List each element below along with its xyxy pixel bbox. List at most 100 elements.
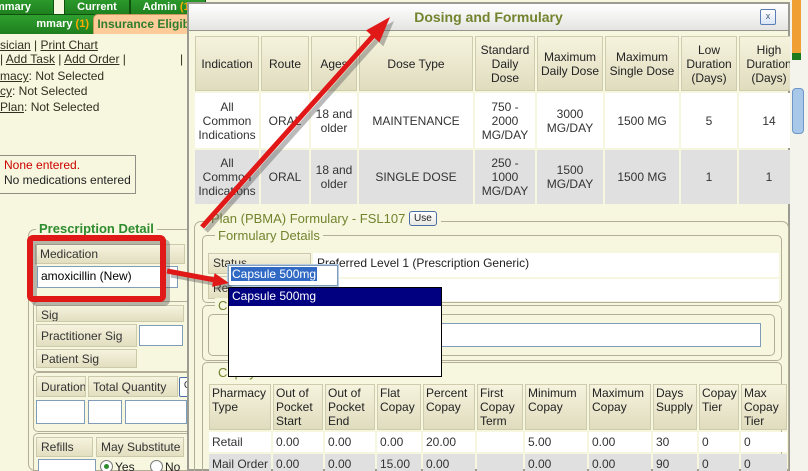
cell: 0.00 (423, 454, 475, 471)
cell: 30 (653, 432, 697, 452)
cell: 250 - 1000 MG/DAY (475, 150, 535, 204)
cell: Retail (209, 432, 271, 452)
dosing-formulary-dialog: Dosing and Formulary x Indication Route … (187, 2, 790, 471)
cell: 15.00 (377, 454, 421, 471)
copay-table: Pharmacy Type Out of Pocket Start Out of… (207, 382, 789, 471)
add-order-link[interactable]: Add Order (64, 52, 119, 66)
cell: 20.00 (423, 432, 475, 452)
refills-input[interactable] (38, 459, 96, 471)
cell: 0.00 (273, 432, 323, 452)
screen: mmary Current Admin (1) mmary (1) Insura… (0, 0, 808, 471)
use-button[interactable]: Use (409, 211, 437, 226)
formulary-form-dropdown-list: Capsule 500mg (228, 287, 442, 377)
right-edge-strip (790, 0, 808, 471)
tab-admin-label: Admin (143, 1, 180, 13)
cell: SINGLE DOSE (359, 150, 473, 204)
col-first-copay-term: First Copay Term (477, 384, 523, 430)
col-ages: Ages (311, 36, 357, 91)
cell: MAINTENANCE (359, 93, 473, 148)
tab-summary-sub-label: mmary (36, 18, 75, 30)
may-substitute-no[interactable]: No (150, 458, 180, 471)
quantity-unit-input[interactable] (125, 400, 187, 424)
cell: 0.00 (325, 454, 375, 471)
cell: All Common Indications (195, 150, 259, 204)
practitioner-sig-label: Practitioner Sig (36, 324, 137, 347)
cell: 1500 MG (605, 150, 679, 204)
cell: 0.00 (377, 432, 421, 452)
dosing-row-maintenance[interactable]: All Common Indications ORAL 18 and older… (195, 93, 799, 148)
cell: 750 - 2000 MG/DAY (475, 93, 535, 148)
col-copay-tier: Copay Tier (699, 384, 739, 430)
medication-input[interactable]: amoxicillin (New) (37, 266, 178, 288)
policy-link[interactable]: cy (0, 84, 12, 98)
plan-value: : Not Selected (24, 100, 99, 114)
no-medications-text: No medications entered (0, 172, 135, 187)
no-radio[interactable] (150, 460, 163, 471)
dropdown-list-item[interactable]: Capsule 500mg (229, 288, 441, 306)
scrollbar-thumb[interactable] (792, 88, 804, 134)
col-indication: Indication (195, 36, 259, 91)
col-oop-start: Out of Pocket Start (273, 384, 323, 430)
cell: Mail Order (209, 454, 271, 471)
col-max-copay-tier: Max Copay Tier (741, 384, 787, 430)
yes-radio[interactable] (100, 460, 113, 471)
cell: 1500 MG/DAY (537, 150, 603, 204)
combobox-selected-text: Capsule 500mg (231, 267, 317, 281)
duration-input[interactable] (36, 400, 85, 424)
total-quantity-input[interactable] (88, 400, 122, 424)
duration-label: Duration (36, 376, 86, 397)
physician-link[interactable]: sician (0, 38, 31, 52)
tab-summary-sub[interactable]: mmary (1) (0, 14, 98, 34)
policy-value: : Not Selected (12, 84, 87, 98)
plan-formulary-legend: Plan (PBMA) Formulary - FSL107 Use (207, 211, 441, 226)
cell: ORAL (261, 150, 309, 204)
green-tab-edge (792, 53, 801, 60)
plan-link[interactable]: Plan (0, 100, 24, 114)
cell: 0.00 (525, 454, 587, 471)
may-substitute-yes[interactable]: Yes (100, 458, 135, 471)
may-substitute-label: May Substitute (96, 437, 184, 457)
plan-line: Plan: Not Selected (0, 100, 99, 114)
cell: 1 (681, 150, 737, 204)
refills-label: Refills (36, 437, 93, 457)
add-task-link[interactable]: Add Task (6, 52, 55, 66)
col-standard-daily-dose: Standard Daily Dose (475, 36, 535, 91)
col-days-supply: Days Supply (653, 384, 697, 430)
separator: | (119, 52, 125, 66)
practitioner-sig-input[interactable] (139, 325, 183, 346)
peach-tab-edge (792, 0, 801, 53)
cell: 5.00 (525, 432, 587, 452)
cell: 0 (699, 432, 739, 452)
medications-box: None entered. No medications entered (0, 155, 136, 194)
copay-row-retail: Retail 0.00 0.00 0.00 20.00 5.00 0.00 30… (209, 432, 787, 452)
col-oop-end: Out of Pocket End (325, 384, 375, 430)
separator: | (31, 38, 41, 52)
pharmacy-link[interactable]: macy (0, 69, 29, 83)
tab-summary-top[interactable]: mmary (0, 0, 54, 15)
sig-header: Sig (36, 305, 184, 322)
patient-sig-label: Patient Sig (36, 349, 137, 368)
pharmacy-value: : Not Selected (29, 69, 104, 83)
no-radio-label: No (165, 460, 180, 471)
cell: 0 (699, 454, 739, 471)
col-pharmacy-type: Pharmacy Type (209, 384, 271, 430)
cell: ORAL (261, 93, 309, 148)
tab-summary-sub-count: (1) (76, 18, 89, 30)
plan-formulary-legend-text: Plan (PBMA) Formulary - FSL107 (211, 211, 405, 226)
print-chart-link[interactable]: Print Chart (40, 38, 97, 52)
dialog-titlebar[interactable]: Dosing and Formulary x (189, 4, 788, 31)
dialog-title: Dosing and Formulary (189, 4, 788, 30)
separator: | (180, 52, 183, 66)
formulary-details-legend: Formulary Details (215, 228, 323, 243)
cell: 3000 MG/DAY (537, 93, 603, 148)
close-icon[interactable]: x (760, 9, 776, 25)
medication-label: Medication (35, 244, 185, 264)
tab-current[interactable]: Current (64, 0, 130, 15)
dosing-row-single-dose[interactable]: All Common Indications ORAL 18 and older… (195, 150, 799, 204)
formulary-form-combobox[interactable]: Capsule 500mg (228, 265, 338, 286)
allergies-none-text: None entered. (0, 156, 135, 172)
link-line-1: sician | Print Chart (0, 38, 98, 52)
pharmacy-line: macy: Not Selected (0, 69, 104, 83)
dosing-header-row: Indication Route Ages Dose Type Standard… (195, 36, 799, 91)
cell: 0.00 (589, 454, 651, 471)
